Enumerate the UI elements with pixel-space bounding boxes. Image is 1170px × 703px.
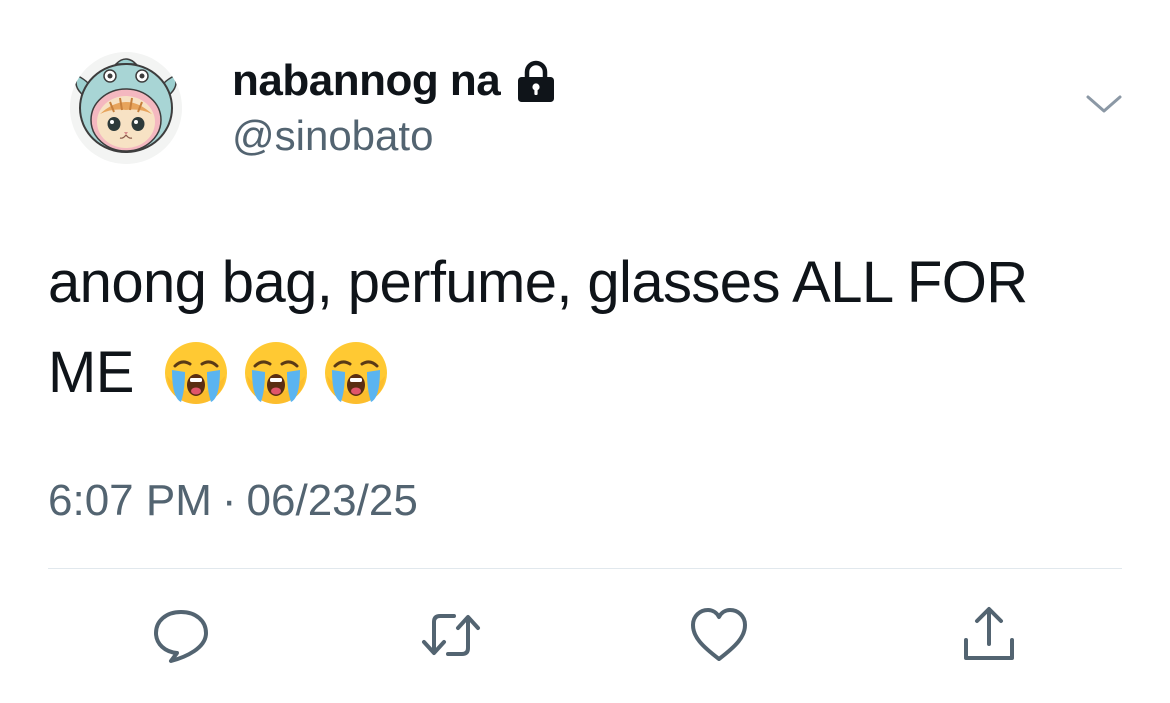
tweet-timestamp[interactable]: 6:07 PM · 06/23/25 — [48, 476, 418, 526]
avatar[interactable] — [70, 52, 182, 164]
share-icon — [964, 607, 1014, 660]
display-name-text: nabannog na — [232, 56, 501, 105]
display-name[interactable]: nabannog na — [232, 56, 558, 106]
reply-icon — [154, 610, 208, 663]
retweet-button[interactable] — [416, 600, 486, 670]
reply-button[interactable] — [146, 600, 216, 670]
retweet-icon — [422, 614, 480, 656]
lock-icon — [514, 58, 558, 104]
loudly-crying-face-emoji — [243, 340, 309, 406]
tweet-date: 06/23/25 — [246, 476, 418, 525]
like-button[interactable] — [684, 600, 754, 670]
heart-icon — [691, 608, 747, 661]
user-handle[interactable]: @sinobato — [232, 112, 433, 160]
tweet-time: 6:07 PM — [48, 476, 212, 525]
divider — [48, 568, 1122, 569]
tweet-text: anong bag, perfume, glasses ALL FOR ME — [48, 238, 1128, 418]
share-button[interactable] — [954, 600, 1024, 670]
meta-separator: · — [221, 476, 237, 525]
loudly-crying-face-emoji — [163, 340, 229, 406]
action-bar — [0, 600, 1170, 670]
chevron-down-icon[interactable] — [1084, 88, 1124, 118]
tweet: nabannog na @sinobato anong bag, perfume… — [0, 0, 1170, 703]
loudly-crying-face-emoji — [323, 340, 389, 406]
